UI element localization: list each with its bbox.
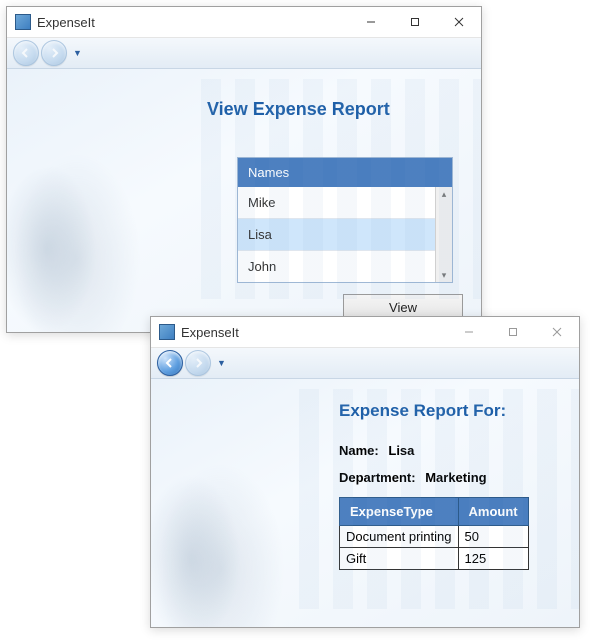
maximize-button[interactable] [491, 317, 535, 347]
nav-toolbar: ▼ [151, 348, 579, 379]
minimize-button[interactable] [349, 7, 393, 37]
department-value: Marketing [425, 470, 486, 485]
window-expense-report: ExpenseIt ▼ Expense Report For: Name: Li… [150, 316, 580, 628]
nav-forward-button[interactable] [41, 40, 67, 66]
cell-amount: 125 [458, 548, 528, 570]
col-amount: Amount [458, 498, 528, 526]
nav-forward-button[interactable] [185, 350, 211, 376]
close-button[interactable] [437, 7, 481, 37]
table-header-row: ExpenseType Amount [340, 498, 529, 526]
report-details: Name: Lisa Department: Marketing Expense… [339, 437, 561, 570]
col-expense-type: ExpenseType [340, 498, 459, 526]
close-button[interactable] [535, 317, 579, 347]
window-title: ExpenseIt [181, 325, 239, 340]
minimize-button[interactable] [447, 317, 491, 347]
table-row: Gift 125 [340, 548, 529, 570]
list-scrollbar[interactable]: ▴ ▾ [435, 187, 452, 282]
page-heading: View Expense Report [207, 99, 390, 120]
nav-back-button[interactable] [157, 350, 183, 376]
cell-type: Gift [340, 548, 459, 570]
nav-back-button[interactable] [13, 40, 39, 66]
app-icon [159, 324, 175, 340]
list-item[interactable]: Mike [238, 187, 435, 219]
cell-amount: 50 [458, 526, 528, 548]
client-area: Expense Report For: Name: Lisa Departmen… [151, 379, 579, 627]
scroll-down-icon[interactable]: ▾ [436, 268, 452, 282]
page-heading: Expense Report For: [339, 401, 506, 421]
scroll-up-icon[interactable]: ▴ [436, 187, 452, 201]
app-icon [15, 14, 31, 30]
maximize-button[interactable] [393, 7, 437, 37]
cell-type: Document printing [340, 526, 459, 548]
titlebar[interactable]: ExpenseIt [151, 317, 579, 348]
name-label: Name: [339, 443, 379, 458]
table-row: Document printing 50 [340, 526, 529, 548]
list-item[interactable]: Lisa [238, 219, 435, 251]
nav-history-dropdown[interactable]: ▼ [213, 358, 228, 368]
department-label: Department: [339, 470, 416, 485]
nav-history-dropdown[interactable]: ▼ [69, 48, 84, 58]
list-item[interactable]: John [238, 251, 435, 282]
window-expense-list: ExpenseIt ▼ View Expense Report Names Mi… [6, 6, 482, 333]
name-value: Lisa [388, 443, 414, 458]
nav-toolbar: ▼ [7, 38, 481, 69]
window-title: ExpenseIt [37, 15, 95, 30]
list-header: Names [238, 158, 452, 187]
names-list: Names Mike Lisa John ▴ ▾ [237, 157, 453, 283]
expense-table: ExpenseType Amount Document printing 50 … [339, 497, 529, 570]
titlebar[interactable]: ExpenseIt [7, 7, 481, 38]
client-area: View Expense Report Names Mike Lisa John… [7, 69, 481, 332]
